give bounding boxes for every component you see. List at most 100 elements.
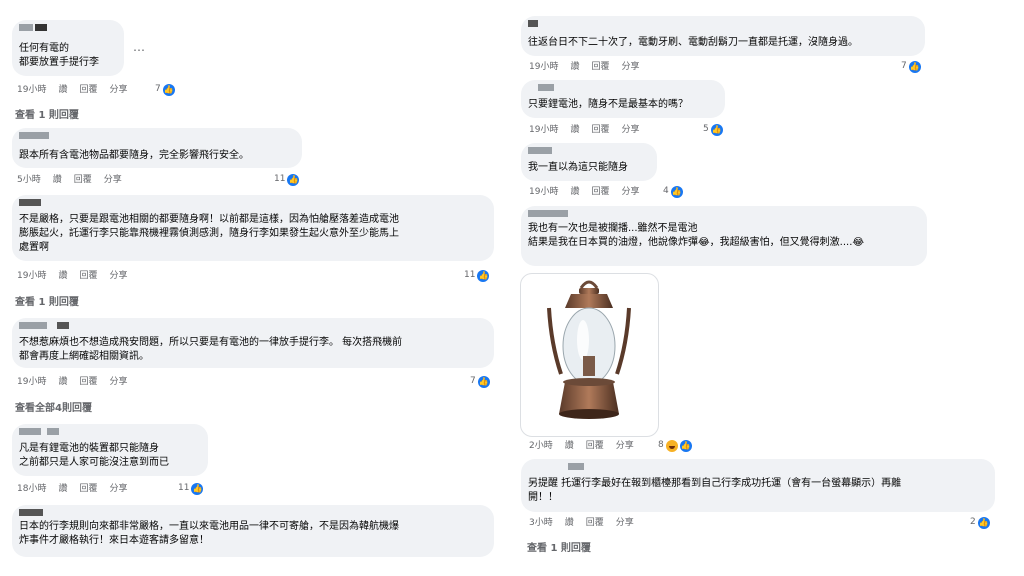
haha-icon bbox=[665, 439, 678, 452]
like-icon: 👍 bbox=[977, 516, 990, 529]
like-button[interactable]: 讚 bbox=[570, 125, 579, 135]
like-icon: 👍 bbox=[679, 439, 692, 452]
reply-button[interactable]: 回覆 bbox=[79, 271, 97, 281]
view-replies-link[interactable]: 查看 1 則回覆 bbox=[15, 293, 79, 308]
reply-button[interactable]: 回覆 bbox=[586, 441, 604, 451]
like-button[interactable]: 讚 bbox=[570, 187, 579, 197]
comment-bubble: 凡是有鋰電池的裝置都只能隨身 之前都只是人家可能沒注意到而已 bbox=[12, 424, 208, 476]
like-icon: 👍 bbox=[710, 123, 723, 136]
reaction-count[interactable]: 7 👍 bbox=[155, 83, 175, 96]
timestamp[interactable]: 5小時 bbox=[17, 175, 41, 185]
like-button[interactable]: 讚 bbox=[58, 377, 67, 387]
like-button[interactable]: 讚 bbox=[53, 175, 62, 185]
comment-actions: 19小時 讚 回覆 分享 bbox=[529, 186, 652, 198]
share-button[interactable]: 分享 bbox=[621, 62, 639, 72]
view-replies-link[interactable]: 查看 1 則回覆 bbox=[15, 106, 79, 121]
comment-text: 任何有電的 都要放置手提行李 bbox=[19, 43, 99, 68]
comment-bubble: 不是嚴格，只要是跟電池相關的都要隨身啊！以前都是這樣，因為怕艙壓落差造成電池 膨… bbox=[12, 195, 494, 261]
blurred-username[interactable] bbox=[528, 210, 570, 217]
share-button[interactable]: 分享 bbox=[616, 441, 634, 451]
timestamp[interactable]: 2小時 bbox=[529, 441, 553, 451]
reply-button[interactable]: 回覆 bbox=[591, 125, 609, 135]
blurred-username[interactable] bbox=[19, 24, 49, 31]
blurred-username[interactable] bbox=[19, 428, 61, 435]
comment-bubble: 任何有電的 都要放置手提行李 bbox=[12, 20, 124, 76]
reaction-count[interactable]: 8 👍 bbox=[658, 439, 692, 452]
reaction-count[interactable]: 7 👍 bbox=[470, 375, 490, 388]
comment-text: 往返台日不下二十次了，電動牙刷、電動刮鬍刀一直都是托運，沒隨身過。 bbox=[528, 37, 858, 48]
comment-text: 凡是有鋰電池的裝置都只能隨身 之前都只是人家可能沒注意到而已 bbox=[19, 443, 169, 468]
reaction-count[interactable]: 2 👍 bbox=[970, 516, 990, 529]
blurred-username[interactable] bbox=[528, 20, 540, 27]
share-button[interactable]: 分享 bbox=[109, 85, 127, 95]
reaction-count[interactable]: 7 👍 bbox=[901, 60, 921, 73]
comment-actions: 18小時 讚 回覆 分享 bbox=[17, 483, 140, 495]
comment-bubble: 不想惹麻煩也不想造成飛安問題，所以只要是有電池的一律放手提行李。 每次搭飛機前 … bbox=[12, 318, 494, 368]
like-icon: 👍 bbox=[162, 83, 175, 96]
reply-button[interactable]: 回覆 bbox=[74, 175, 92, 185]
blurred-username[interactable] bbox=[19, 132, 51, 139]
reaction-count[interactable]: 5 👍 bbox=[703, 123, 723, 136]
comment-bubble: 只要鋰電池，隨身不是最基本的嗎？ bbox=[521, 80, 725, 118]
comment-text: 跟本所有含電池物品都要隨身，完全影響飛行安全。 bbox=[19, 150, 249, 161]
share-button[interactable]: 分享 bbox=[104, 175, 122, 185]
comment-bubble: 跟本所有含電池物品都要隨身，完全影響飛行安全。 bbox=[12, 128, 302, 168]
like-icon: 👍 bbox=[191, 482, 204, 495]
like-button[interactable]: 讚 bbox=[58, 271, 67, 281]
like-button[interactable]: 讚 bbox=[58, 484, 67, 494]
share-button[interactable]: 分享 bbox=[616, 518, 634, 528]
share-button[interactable]: 分享 bbox=[621, 187, 639, 197]
blurred-username[interactable] bbox=[19, 199, 43, 206]
comment-actions: 19小時 讚 回覆 分享 bbox=[529, 124, 652, 136]
comment-text: 不想惹麻煩也不想造成飛安問題，所以只要是有電池的一律放手提行李。 每次搭飛機前 … bbox=[19, 337, 403, 362]
comment-text: 我也有一次也是被攔播...雖然不是電池 結果是我在日本買的油燈，他說像炸彈😂，我… bbox=[528, 223, 865, 248]
oil-lantern-photo[interactable] bbox=[520, 273, 659, 437]
comment-bubble: 我一直以為這只能隨身 bbox=[521, 143, 657, 181]
comment-text: 日本的行李規則向來都非常嚴格，一直以來電池用品一律不可寄艙，不是因為韓航機爆 炸… bbox=[19, 521, 399, 546]
reply-button[interactable]: 回覆 bbox=[79, 484, 97, 494]
timestamp[interactable]: 19小時 bbox=[529, 125, 558, 135]
timestamp[interactable]: 19小時 bbox=[17, 377, 46, 387]
like-button[interactable]: 讚 bbox=[565, 441, 574, 451]
timestamp[interactable]: 19小時 bbox=[17, 85, 46, 95]
timestamp[interactable]: 19小時 bbox=[529, 187, 558, 197]
timestamp[interactable]: 3小時 bbox=[529, 518, 553, 528]
reaction-count[interactable]: 11 👍 bbox=[274, 173, 300, 186]
reply-button[interactable]: 回覆 bbox=[79, 85, 97, 95]
reply-button[interactable]: 回覆 bbox=[591, 62, 609, 72]
share-button[interactable]: 分享 bbox=[109, 271, 127, 281]
share-button[interactable]: 分享 bbox=[109, 377, 127, 387]
blurred-username[interactable] bbox=[528, 463, 586, 470]
like-button[interactable]: 讚 bbox=[570, 62, 579, 72]
blurred-username[interactable] bbox=[19, 322, 71, 329]
comment-bubble: 另提醒 托運行李最好在報到櫃檯那看到自己行李成功托運（會有一台螢幕顯示）再離 開… bbox=[521, 459, 995, 512]
view-replies-link[interactable]: 查看 1 則回覆 bbox=[527, 539, 591, 554]
blurred-username[interactable] bbox=[19, 509, 45, 516]
reaction-count[interactable]: 4 👍 bbox=[663, 185, 683, 198]
comment-actions: 19小時 讚 回覆 分享 bbox=[17, 270, 140, 282]
reply-button[interactable]: 回覆 bbox=[79, 377, 97, 387]
timestamp[interactable]: 19小時 bbox=[17, 271, 46, 281]
timestamp[interactable]: 19小時 bbox=[529, 62, 558, 72]
share-button[interactable]: 分享 bbox=[621, 125, 639, 135]
oil-lantern-image bbox=[547, 280, 631, 419]
reply-button[interactable]: 回覆 bbox=[586, 518, 604, 528]
comment-actions: 19小時 讚 回覆 分享 bbox=[17, 84, 140, 96]
timestamp[interactable]: 18小時 bbox=[17, 484, 46, 494]
comment-bubble: 我也有一次也是被攔播...雖然不是電池 結果是我在日本買的油燈，他說像炸彈😂，我… bbox=[521, 206, 927, 266]
view-replies-link[interactable]: 查看全部4則回覆 bbox=[15, 399, 92, 414]
reply-button[interactable]: 回覆 bbox=[591, 187, 609, 197]
like-button[interactable]: 讚 bbox=[565, 518, 574, 528]
like-button[interactable]: 讚 bbox=[58, 85, 67, 95]
comment-actions: 5小時 讚 回覆 分享 bbox=[17, 174, 134, 186]
more-options-button[interactable]: … bbox=[133, 40, 145, 54]
reaction-count[interactable]: 11 👍 bbox=[178, 482, 204, 495]
blurred-username[interactable] bbox=[528, 84, 556, 91]
share-button[interactable]: 分享 bbox=[109, 484, 127, 494]
blurred-username[interactable] bbox=[528, 147, 554, 154]
comment-actions: 2小時 讚 回覆 分享 bbox=[529, 440, 646, 452]
comment-actions: 3小時 讚 回覆 分享 bbox=[529, 517, 646, 529]
reaction-count[interactable]: 11 👍 bbox=[464, 269, 490, 282]
like-icon: 👍 bbox=[477, 269, 490, 282]
comment-text: 不是嚴格，只要是跟電池相關的都要隨身啊！以前都是這樣，因為怕艙壓落差造成電池 膨… bbox=[19, 214, 399, 253]
